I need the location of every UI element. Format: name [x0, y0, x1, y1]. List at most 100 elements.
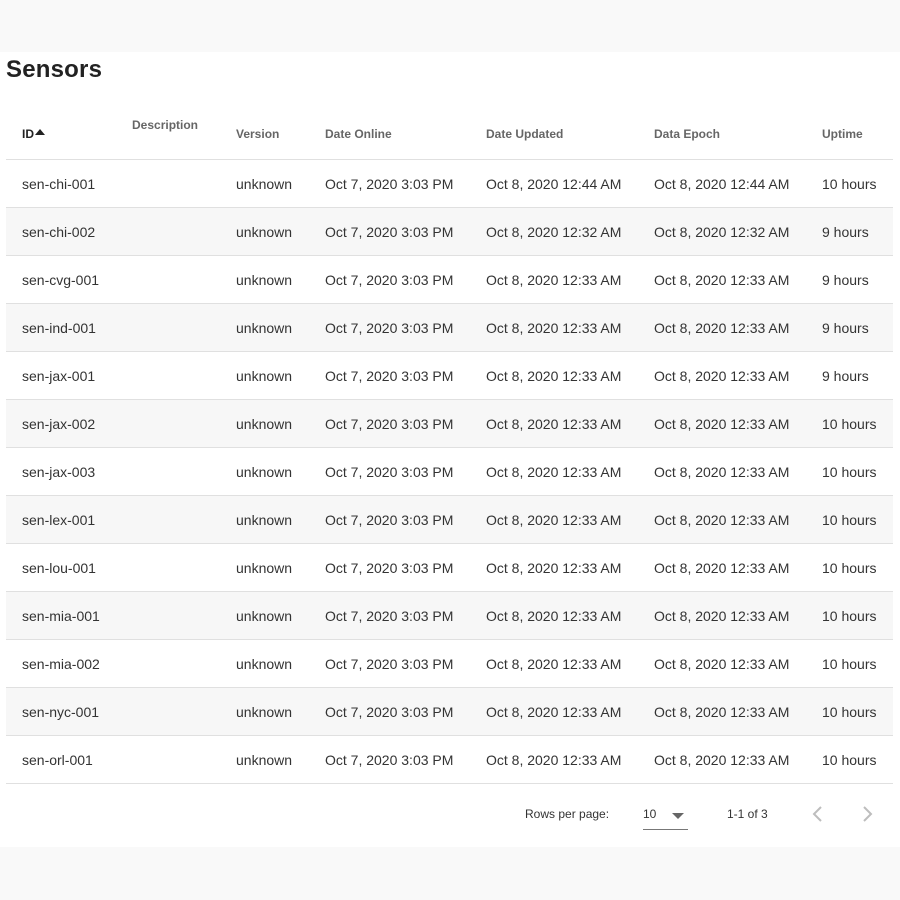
- previous-page-button[interactable]: [806, 799, 830, 829]
- cell-data-epoch: Oct 8, 2020 12:33 AM: [654, 447, 822, 496]
- cell-id: sen-lex-001: [6, 495, 132, 544]
- cell-version: unknown: [236, 591, 325, 640]
- pagination-range: 1-1 of 3: [727, 807, 768, 821]
- cell-description: [132, 495, 236, 544]
- column-header-date-online[interactable]: Date Online: [325, 108, 486, 160]
- cell-date-updated: Oct 8, 2020 12:33 AM: [486, 687, 654, 736]
- cell-data-epoch: Oct 8, 2020 12:33 AM: [654, 543, 822, 592]
- next-page-button[interactable]: [855, 799, 879, 829]
- rows-per-page-value: 10: [643, 807, 657, 821]
- cell-date-updated: Oct 8, 2020 12:33 AM: [486, 447, 654, 496]
- cell-description: [132, 351, 236, 400]
- column-header-label: Date Online: [325, 126, 392, 141]
- cell-data-epoch: Oct 8, 2020 12:33 AM: [654, 351, 822, 400]
- cell-id: sen-jax-003: [6, 447, 132, 496]
- column-header-label: Version: [236, 126, 280, 141]
- table-row[interactable]: sen-mia-002 unknown Oct 7, 2020 3:03 PM Oct…: [6, 639, 893, 688]
- table-body: sen-chi-001 unknown Oct 7, 2020 3:03 PM Oct…: [6, 159, 893, 784]
- chevron-left-icon: [812, 806, 822, 822]
- sort-ascending-icon[interactable]: [35, 128, 45, 135]
- cell-uptime: 10 hours: [822, 447, 893, 496]
- cell-date-updated: Oct 8, 2020 12:33 AM: [486, 255, 654, 304]
- cell-version: unknown: [236, 207, 325, 256]
- table-row[interactable]: sen-ind-001 unknown Oct 7, 2020 3:03 PM Oct…: [6, 303, 893, 352]
- cell-date-updated: Oct 8, 2020 12:33 AM: [486, 303, 654, 352]
- table-row[interactable]: sen-mia-001 unknown Oct 7, 2020 3:03 PM Oct…: [6, 591, 893, 640]
- column-header-uptime[interactable]: Uptime: [822, 108, 893, 160]
- sensors-table: ID Description Version Date Online Date …: [6, 108, 893, 784]
- caret-down-icon: [672, 813, 684, 819]
- cell-id: sen-mia-002: [6, 639, 132, 688]
- cell-date-online: Oct 7, 2020 3:03 PM: [325, 687, 486, 736]
- table-row[interactable]: sen-chi-001 unknown Oct 7, 2020 3:03 PM Oct…: [6, 159, 893, 208]
- table-row[interactable]: sen-orl-001 unknown Oct 7, 2020 3:03 PM Oct…: [6, 735, 893, 784]
- cell-date-online: Oct 7, 2020 3:03 PM: [325, 639, 486, 688]
- cell-date-online: Oct 7, 2020 3:03 PM: [325, 543, 486, 592]
- cell-version: unknown: [236, 735, 325, 784]
- cell-id: sen-ind-001: [6, 303, 132, 352]
- cell-id: sen-jax-001: [6, 351, 132, 400]
- cell-data-epoch: Oct 8, 2020 12:33 AM: [654, 735, 822, 784]
- column-header-id[interactable]: ID: [6, 108, 132, 160]
- table-row[interactable]: sen-chi-002 unknown Oct 7, 2020 3:03 PM Oct…: [6, 207, 893, 256]
- cell-version: unknown: [236, 255, 325, 304]
- cell-uptime: 9 hours: [822, 303, 893, 352]
- cell-uptime: 10 hours: [822, 591, 893, 640]
- cell-date-online: Oct 7, 2020 3:03 PM: [325, 447, 486, 496]
- table-row[interactable]: sen-lou-001 unknown Oct 7, 2020 3:03 PM Oct…: [6, 543, 893, 592]
- column-header-data-epoch[interactable]: Data Epoch: [654, 108, 822, 160]
- cell-version: unknown: [236, 639, 325, 688]
- cell-date-updated: Oct 8, 2020 12:44 AM: [486, 159, 654, 208]
- cell-data-epoch: Oct 8, 2020 12:33 AM: [654, 639, 822, 688]
- cell-date-online: Oct 7, 2020 3:03 PM: [325, 255, 486, 304]
- cell-data-epoch: Oct 8, 2020 12:33 AM: [654, 303, 822, 352]
- table-row[interactable]: sen-jax-001 unknown Oct 7, 2020 3:03 PM Oct…: [6, 351, 893, 400]
- cell-id: sen-jax-002: [6, 399, 132, 448]
- cell-data-epoch: Oct 8, 2020 12:44 AM: [654, 159, 822, 208]
- cell-id: sen-cvg-001: [6, 255, 132, 304]
- cell-uptime: 10 hours: [822, 159, 893, 208]
- cell-version: unknown: [236, 159, 325, 208]
- table-row[interactable]: sen-jax-002 unknown Oct 7, 2020 3:03 PM Oct…: [6, 399, 893, 448]
- top-bar: [0, 0, 900, 52]
- cell-version: unknown: [236, 303, 325, 352]
- cell-id: sen-chi-002: [6, 207, 132, 256]
- cell-description: [132, 399, 236, 448]
- cell-uptime: 10 hours: [822, 495, 893, 544]
- cell-uptime: 9 hours: [822, 351, 893, 400]
- table-row[interactable]: sen-lex-001 unknown Oct 7, 2020 3:03 PM Oct…: [6, 495, 893, 544]
- cell-date-online: Oct 7, 2020 3:03 PM: [325, 303, 486, 352]
- column-header-label: Uptime: [822, 126, 863, 141]
- column-header-version[interactable]: Version: [236, 108, 325, 160]
- cell-date-updated: Oct 8, 2020 12:33 AM: [486, 735, 654, 784]
- cell-uptime: 9 hours: [822, 255, 893, 304]
- cell-date-online: Oct 7, 2020 3:03 PM: [325, 495, 486, 544]
- cell-uptime: 10 hours: [822, 687, 893, 736]
- cell-version: unknown: [236, 351, 325, 400]
- cell-date-updated: Oct 8, 2020 12:33 AM: [486, 591, 654, 640]
- cell-date-updated: Oct 8, 2020 12:33 AM: [486, 543, 654, 592]
- cell-uptime: 10 hours: [822, 639, 893, 688]
- cell-data-epoch: Oct 8, 2020 12:33 AM: [654, 687, 822, 736]
- cell-id: sen-nyc-001: [6, 687, 132, 736]
- column-header-date-updated[interactable]: Date Updated: [486, 108, 654, 160]
- table-row[interactable]: sen-cvg-001 unknown Oct 7, 2020 3:03 PM Oct…: [6, 255, 893, 304]
- cell-uptime: 10 hours: [822, 543, 893, 592]
- rows-per-page-label: Rows per page:: [525, 807, 610, 821]
- cell-data-epoch: Oct 8, 2020 12:33 AM: [654, 591, 822, 640]
- page-footer-area: [0, 847, 900, 900]
- cell-version: unknown: [236, 399, 325, 448]
- cell-date-online: Oct 7, 2020 3:03 PM: [325, 399, 486, 448]
- cell-description: [132, 639, 236, 688]
- cell-description: [132, 591, 236, 640]
- column-header-label: Date Updated: [486, 126, 564, 141]
- table-row[interactable]: sen-jax-003 unknown Oct 7, 2020 3:03 PM Oct…: [6, 447, 893, 496]
- cell-id: sen-chi-001: [6, 159, 132, 208]
- cell-description: [132, 303, 236, 352]
- chevron-right-icon: [863, 806, 873, 822]
- cell-date-online: Oct 7, 2020 3:03 PM: [325, 159, 486, 208]
- column-header-description[interactable]: Description: [132, 108, 236, 160]
- rows-per-page-select[interactable]: 10: [643, 799, 688, 830]
- cell-data-epoch: Oct 8, 2020 12:33 AM: [654, 255, 822, 304]
- table-row[interactable]: sen-nyc-001 unknown Oct 7, 2020 3:03 PM Oct…: [6, 687, 893, 736]
